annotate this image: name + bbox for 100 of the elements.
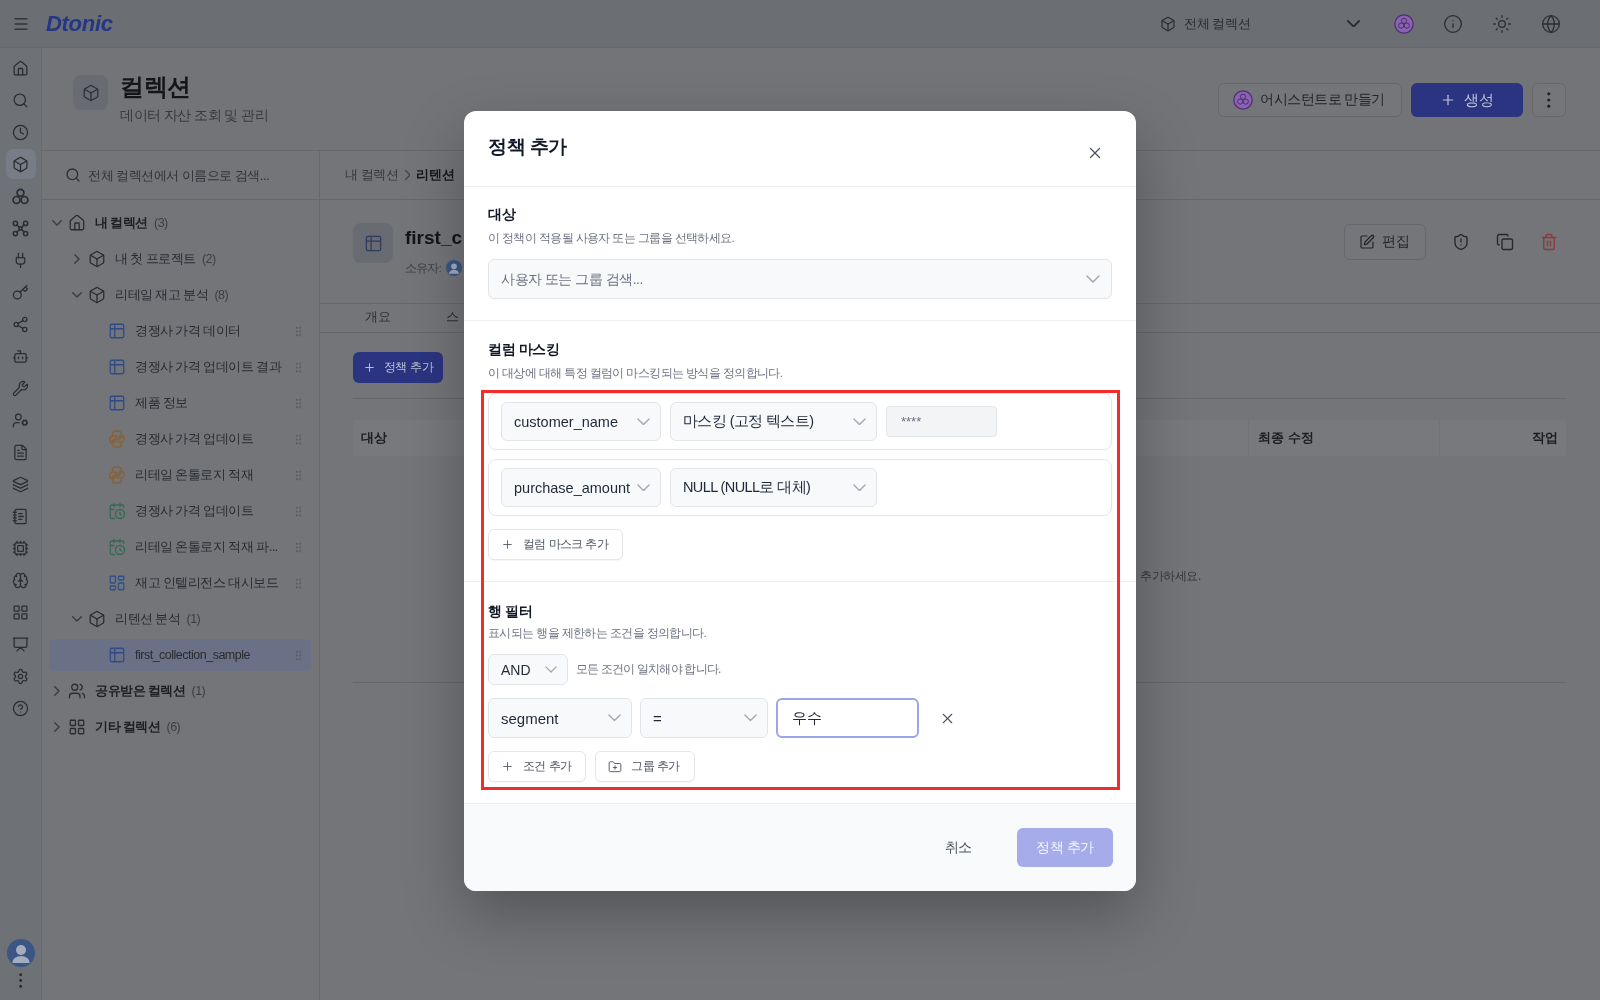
tree-item[interactable]: 리텐션 분석 (1) — [49, 603, 311, 635]
column-select[interactable]: segment — [488, 698, 632, 738]
section-description: 이 정책이 적용될 사용자 또는 그룹을 선택하세요. — [488, 231, 735, 246]
breadcrumb-current: 리텐션 — [416, 166, 455, 184]
chevron-down-icon[interactable] — [1086, 275, 1100, 284]
plus-icon — [501, 760, 514, 773]
more-button[interactable] — [1532, 83, 1566, 117]
chevron-down-icon[interactable] — [72, 616, 82, 622]
orb-icon[interactable] — [1394, 13, 1414, 34]
avatar-icon[interactable] — [6, 939, 35, 967]
table-icon — [108, 358, 126, 376]
tree-item[interactable]: 경쟁사 가격 업데이트 결과 — [49, 351, 311, 383]
copy-icon[interactable] — [1496, 233, 1514, 251]
tree-item[interactable]: 내 첫 프로젝트 (2) — [49, 243, 311, 275]
settings-icon — [12, 667, 29, 685]
avatar-icon — [446, 260, 462, 276]
chevron-down-icon — [744, 714, 757, 722]
page-title: 컬렉션 — [120, 72, 191, 102]
sun-icon[interactable] — [1492, 13, 1512, 34]
empty-state-text: 추가하세요. — [1140, 568, 1201, 585]
layers-icon — [12, 475, 29, 493]
circles-icon — [12, 187, 29, 205]
box-icon — [88, 610, 106, 628]
chevron-down-icon[interactable] — [72, 292, 82, 298]
tree-item[interactable]: 공유받은 컬렉션 (1) — [49, 675, 311, 707]
tree-item[interactable]: 리테일 재고 분석 (8) — [49, 279, 311, 311]
clock-icon — [12, 123, 29, 141]
tree-item[interactable]: 내 컬렉션 (3) — [49, 207, 311, 239]
chevron-down-icon[interactable] — [52, 220, 62, 226]
tree-item[interactable]: 리테일 온톨로지 적재 — [49, 459, 311, 491]
table-icon — [108, 394, 126, 412]
box-icon — [88, 250, 106, 268]
method-select[interactable]: 마스킹 (고정 텍스트) — [670, 402, 877, 441]
search-icon — [65, 167, 81, 183]
method-select[interactable]: NULL (NULL로 대체) — [670, 468, 877, 507]
tree-item[interactable]: 경쟁사 가격 업데이트 — [49, 423, 311, 455]
operator-select[interactable]: = — [640, 698, 768, 738]
logic-select[interactable]: AND — [488, 654, 568, 685]
edit-button[interactable]: 편집 — [1344, 224, 1426, 260]
section-title: 컬럼 마스킹 — [488, 341, 560, 359]
tree-item[interactable]: 리테일 온톨로지 적재 파... — [49, 531, 311, 563]
home-icon — [12, 59, 29, 77]
brain-icon — [12, 571, 29, 589]
value-field[interactable]: 우수 — [776, 698, 919, 738]
tree-item[interactable]: 경쟁사 가격 데이터 — [49, 315, 311, 347]
table-icon — [108, 322, 126, 340]
info-icon[interactable] — [1443, 13, 1463, 34]
wrench-icon — [12, 379, 29, 397]
tab[interactable]: 스 — [418, 304, 487, 332]
section-description: 이 대상에 대해 특정 컬럼이 마스킹되는 방식을 정의합니다. — [488, 366, 783, 381]
user-group-search-field[interactable]: 사용자 또는 그룹 검색... — [488, 259, 1112, 299]
column-select[interactable]: customer_name — [501, 402, 661, 441]
python-icon — [108, 430, 126, 448]
presentation-icon — [12, 635, 29, 653]
globe-icon[interactable] — [1541, 13, 1561, 34]
collection-selector[interactable]: 전체 컬렉션 — [1157, 6, 1364, 41]
dialog-title: 정책 추가 — [488, 135, 567, 159]
chevron-right-icon[interactable] — [74, 254, 80, 264]
page-subtitle: 데이터 자산 조회 및 관리 — [120, 108, 268, 124]
add-condition-button[interactable]: 조건 추가 — [488, 751, 587, 782]
logic-hint: 모든 조건이 일치해야 합니다. — [576, 661, 721, 678]
add-group-button[interactable]: 그룹 추가 — [595, 751, 695, 782]
box-icon — [73, 75, 108, 110]
chevron-right-icon[interactable] — [54, 722, 60, 732]
box-icon — [88, 286, 106, 304]
mask-text-field[interactable]: **** — [886, 406, 997, 437]
chevron-down-icon — [1347, 19, 1360, 28]
add-policy-button[interactable]: 정책 추가 — [353, 352, 443, 383]
chevron-right-icon — [404, 170, 411, 180]
shield-icon[interactable] — [1452, 233, 1470, 251]
document-icon — [12, 443, 29, 461]
column-header: 작업 — [1439, 420, 1566, 456]
chevron-right-icon[interactable] — [54, 686, 60, 696]
search-field[interactable]: 전체 컬렉션에서 이름으로 검색... — [88, 160, 303, 190]
calendar-clock-icon — [108, 502, 126, 520]
chevron-down-icon — [637, 417, 650, 426]
assistant-button[interactable]: 어시스턴트로 만들기 — [1218, 83, 1402, 117]
tree-item[interactable]: 경쟁사 가격 업데이트 — [49, 495, 311, 527]
python-icon — [108, 466, 126, 484]
folder-plus-icon — [608, 759, 623, 774]
section-title: 대상 — [488, 206, 516, 224]
create-button[interactable]: 생성 — [1411, 83, 1523, 117]
more-icon[interactable] — [18, 973, 23, 988]
column-select[interactable]: purchase_amount — [501, 468, 661, 507]
nav-button[interactable] — [5, 149, 36, 179]
tree-item[interactable]: 제품 정보 — [49, 387, 311, 419]
tab[interactable]: 개요 — [337, 304, 419, 332]
add-mask-button[interactable]: 컬럼 마스크 추가 — [488, 529, 624, 560]
tree-item[interactable]: 재고 인텔리전스 대시보드 — [49, 567, 311, 599]
cancel-button[interactable]: 취소 — [928, 828, 988, 867]
tree-item[interactable]: 기타 컬렉션 (6) — [49, 711, 311, 743]
tree-item[interactable]: first_collection_sample — [49, 639, 311, 671]
breadcrumb-link[interactable]: 내 컬렉션 — [345, 166, 399, 184]
users-icon — [68, 682, 86, 700]
key-icon — [12, 283, 29, 301]
column-header: 최종 수정 — [1248, 420, 1439, 456]
grid-icon — [12, 603, 29, 621]
search-icon — [12, 91, 29, 109]
chip-icon — [12, 539, 29, 557]
trash-icon[interactable] — [1540, 233, 1558, 251]
